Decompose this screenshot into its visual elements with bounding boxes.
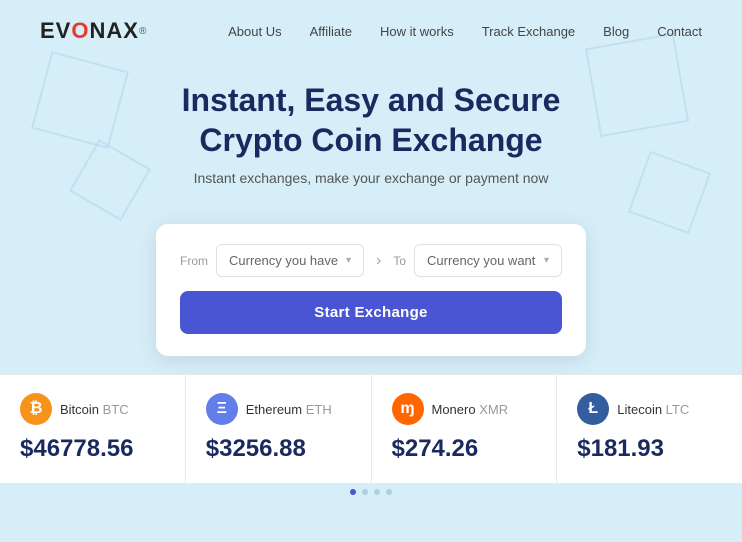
from-currency-select[interactable]: Currency you have ▾ [216, 244, 364, 277]
coin-symbol-xmr: XMR [479, 402, 508, 417]
nav-item-contact[interactable]: Contact [657, 24, 702, 39]
from-currency-value: Currency you have [229, 253, 338, 268]
hero-title: Instant, Easy and Secure Crypto Coin Exc… [40, 80, 702, 160]
start-exchange-button[interactable]: Start Exchange [180, 291, 562, 334]
coin-header: Ł Litecoin LTC [577, 393, 722, 425]
dot-3[interactable] [386, 489, 392, 495]
coin-icon-ltc: Ł [577, 393, 609, 425]
coin-price-xmr: $274.26 [392, 435, 537, 463]
coin-price-btc: $46778.56 [20, 435, 165, 463]
to-currency-value: Currency you want [427, 253, 535, 268]
dots-row [0, 483, 742, 501]
coin-icon-eth: Ξ [206, 393, 238, 425]
coin-name-ltc: Litecoin LTC [617, 402, 689, 417]
coin-name-btc: Bitcoin BTC [60, 402, 129, 417]
coin-header: ɱ Monero XMR [392, 393, 537, 425]
nav-item-how-it-works[interactable]: How it works [380, 24, 454, 39]
coin-symbol-eth: ETH [306, 402, 332, 417]
coin-card-xmr: ɱ Monero XMR $274.26 [372, 374, 558, 483]
exchange-row: From Currency you have ▾ › To Currency y… [180, 244, 562, 277]
dot-1[interactable] [362, 489, 368, 495]
coin-header: Ξ Ethereum ETH [206, 393, 351, 425]
exchange-box: From Currency you have ▾ › To Currency y… [156, 224, 586, 356]
hero-section: Instant, Easy and Secure Crypto Coin Exc… [0, 62, 742, 206]
nav-item-affiliate[interactable]: Affiliate [310, 24, 352, 39]
to-currency-select[interactable]: Currency you want ▾ [414, 244, 562, 277]
header: EVONAX® About Us Affiliate How it works Tra… [0, 0, 742, 62]
coin-icon-xmr: ɱ [392, 393, 424, 425]
logo-ev: EV [40, 18, 71, 44]
dot-2[interactable] [374, 489, 380, 495]
dot-0[interactable] [350, 489, 356, 495]
from-label: From [180, 254, 208, 268]
to-chevron-icon: ▾ [544, 255, 549, 266]
coins-section: ₿ Bitcoin BTC $46778.56 Ξ Ethereum ETH $… [0, 374, 742, 483]
logo-nax: NAX [89, 18, 138, 44]
coin-name-eth: Ethereum ETH [246, 402, 332, 417]
coin-card-eth: Ξ Ethereum ETH $3256.88 [186, 374, 372, 483]
coin-card-btc: ₿ Bitcoin BTC $46778.56 [0, 374, 186, 483]
logo: EVONAX® [40, 18, 147, 44]
coin-name-xmr: Monero XMR [432, 402, 509, 417]
coin-icon-btc: ₿ [20, 393, 52, 425]
hero-title-line2: Crypto Coin Exchange [199, 122, 542, 158]
hero-title-line1: Instant, Easy and Secure [182, 82, 561, 118]
logo-o: O [71, 18, 89, 44]
hero-subtitle: Instant exchanges, make your exchange or… [40, 170, 702, 186]
coin-symbol-btc: BTC [103, 402, 129, 417]
nav-item-track-exchange[interactable]: Track Exchange [482, 24, 575, 39]
from-chevron-icon: ▾ [346, 255, 351, 266]
nav-item-blog[interactable]: Blog [603, 24, 629, 39]
to-label: To [393, 254, 406, 268]
coin-symbol-ltc: LTC [666, 402, 690, 417]
nav: About Us Affiliate How it works Track Excha… [228, 24, 702, 39]
coin-header: ₿ Bitcoin BTC [20, 393, 165, 425]
coin-card-ltc: Ł Litecoin LTC $181.93 [557, 374, 742, 483]
exchange-arrow-icon: › [376, 252, 381, 270]
logo-reg: ® [139, 26, 147, 37]
coin-price-ltc: $181.93 [577, 435, 722, 463]
coin-price-eth: $3256.88 [206, 435, 351, 463]
nav-item-about[interactable]: About Us [228, 24, 281, 39]
